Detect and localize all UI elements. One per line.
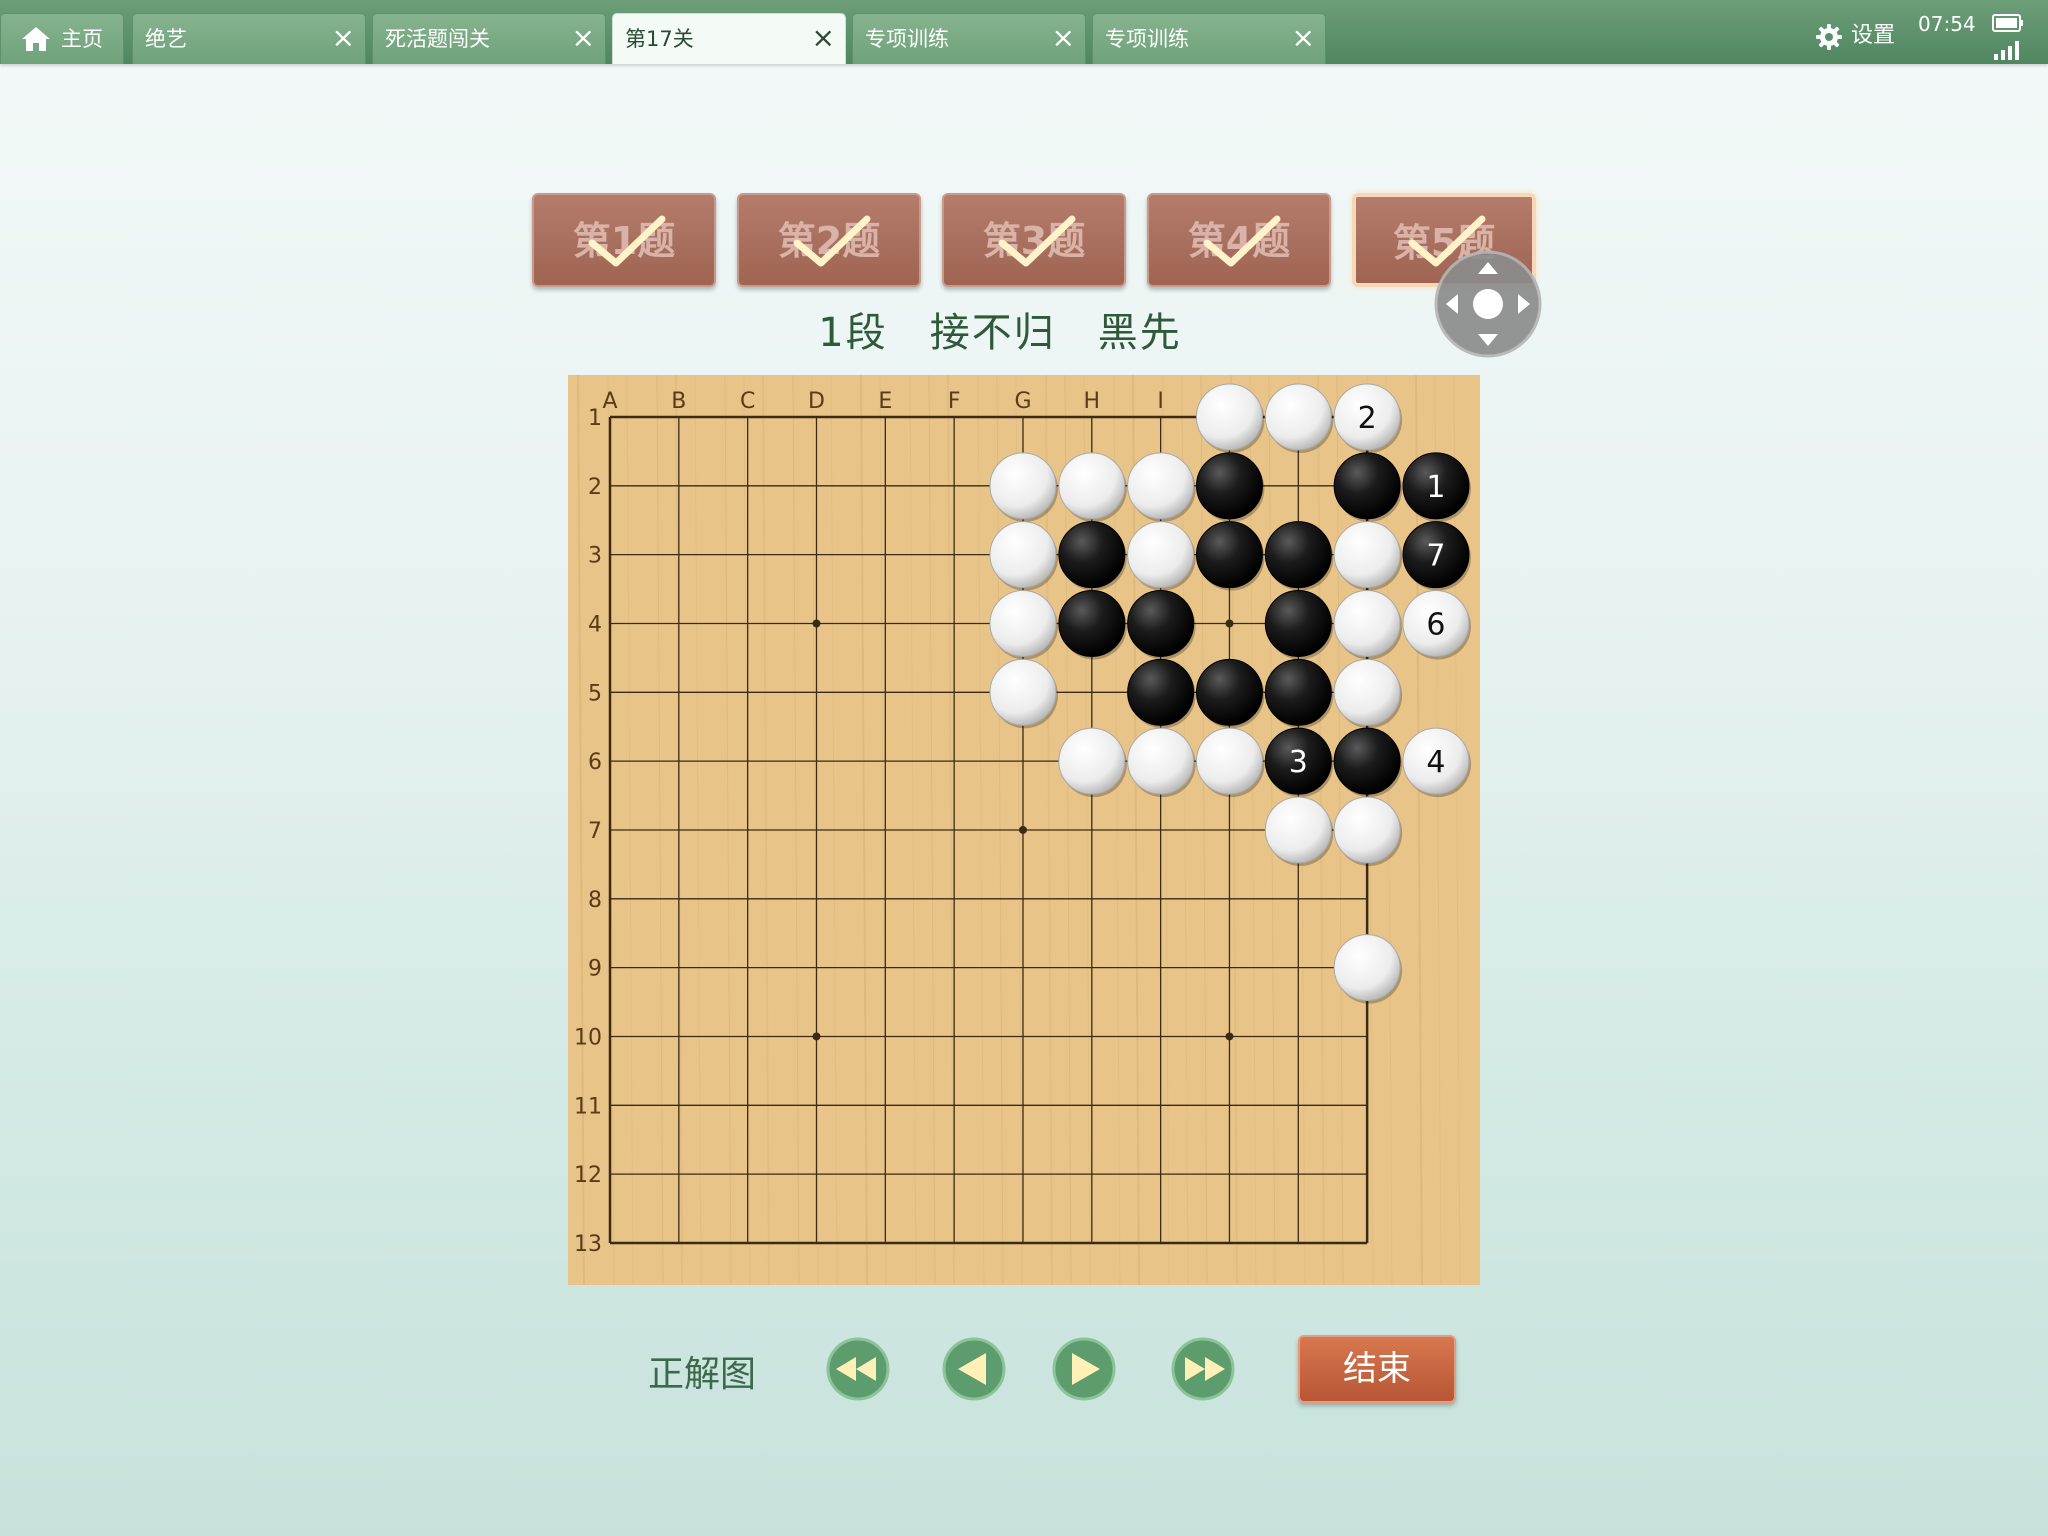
move-number: 1 [1426,470,1445,505]
tab-label: 专项训练 [865,27,949,51]
row-label: 3 [588,544,602,569]
previous-move-button[interactable] [942,1337,1006,1401]
move-number: 2 [1358,401,1377,436]
star-point [812,1032,821,1041]
tab-level-17[interactable]: 第17关 × [612,13,846,64]
check-icon [793,215,871,267]
close-icon[interactable]: × [812,14,835,62]
close-icon[interactable]: × [572,14,595,62]
close-icon[interactable]: × [1052,14,1075,62]
column-label: C [740,389,755,414]
row-label: 13 [574,1232,602,1257]
check-icon [1203,215,1281,267]
star-point [1225,1032,1234,1041]
signal-icon [1994,41,2019,60]
problem-title: 1段 接不归 黑先 [818,310,1182,356]
row-label: 7 [588,819,602,844]
row-label: 4 [588,612,602,637]
row-label: 5 [588,681,602,706]
row-label: 11 [574,1094,602,1119]
tab-special-training[interactable]: 专项训练 × [852,13,1086,64]
go-board[interactable]: ABCDEFGHIKLM12345678910111213 217634 [568,375,1480,1285]
question-button-3[interactable]: 第3题 [942,193,1126,287]
question-button-2[interactable]: 第2题 [737,193,921,287]
home-icon [22,27,50,51]
gear-icon [1816,24,1842,50]
question-button-4[interactable]: 第4题 [1147,193,1331,287]
tab-bar: 主页 绝艺 × 死活题闯关 × 第17关 × 专项训练 × 专项训练 × 设置 [0,0,2048,64]
tab-label: 主页 [61,27,103,51]
column-label: F [948,389,961,414]
question-button-1[interactable]: 第1题 [532,193,716,287]
column-label: D [808,389,825,414]
star-point [1018,825,1027,834]
tab-juey[interactable]: 绝艺 × [132,13,366,64]
tab-life-death-challenge[interactable]: 死活题闯关 × [372,13,606,64]
tab-label: 专项训练 [1105,27,1189,51]
check-icon [588,215,666,267]
column-label: E [878,389,892,414]
tab-label: 死活题闯关 [385,27,490,51]
row-label: 1 [588,406,602,431]
close-icon[interactable]: × [332,14,355,62]
tab-label: 第17关 [625,27,694,51]
next-move-button[interactable] [1052,1337,1116,1401]
move-number: 3 [1289,745,1308,780]
first-move-button[interactable] [826,1337,890,1401]
tab-special-training-2[interactable]: 专项训练 × [1092,13,1326,64]
move-number: 7 [1426,539,1445,574]
row-label: 6 [588,750,602,775]
tab-label: 绝艺 [145,27,187,51]
star-point [1225,619,1234,628]
tab-home[interactable]: 主页 [0,13,124,64]
last-move-button[interactable] [1171,1337,1235,1401]
column-label: B [671,389,686,414]
end-button[interactable]: 结束 [1298,1335,1456,1403]
column-label: H [1084,389,1101,414]
solution-diagram-label: 正解图 [648,1354,757,1395]
clock: 07:54 [1918,12,1976,36]
battery-icon [1992,14,2023,32]
column-label: I [1157,389,1164,414]
row-label: 9 [588,957,602,982]
row-label: 2 [588,475,602,500]
move-number: 4 [1426,745,1445,780]
star-point [812,619,821,628]
column-label: G [1014,389,1031,414]
close-icon[interactable]: × [1292,14,1315,62]
settings-label: 设置 [1851,23,1896,48]
row-label: 8 [588,888,602,913]
column-label: A [602,389,617,414]
check-icon [998,215,1076,267]
row-label: 10 [574,1025,602,1050]
row-label: 12 [574,1163,602,1188]
move-number: 6 [1426,607,1445,642]
direction-pad-icon[interactable] [1434,250,1542,358]
